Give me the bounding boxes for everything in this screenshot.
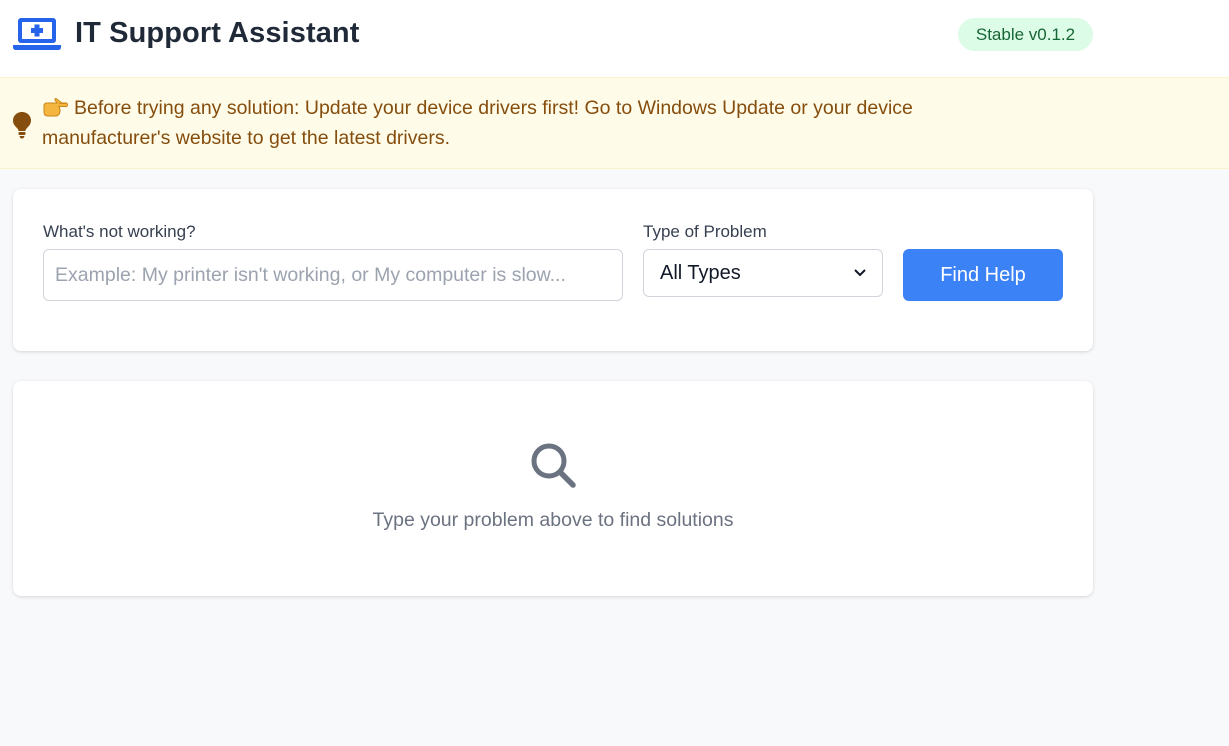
problem-label: What's not working? — [43, 222, 196, 241]
version-badge: Stable v0.1.2 — [958, 18, 1093, 51]
chevron-down-icon — [854, 269, 866, 277]
problem-type-selected: All Types — [660, 261, 741, 284]
find-help-button[interactable]: Find Help — [903, 249, 1063, 301]
empty-results-message: Type your problem above to find solution… — [372, 509, 734, 531]
problem-type-select[interactable]: All Types — [643, 249, 883, 297]
pointing-hand-icon — [43, 97, 68, 117]
search-icon — [531, 443, 576, 488]
driver-notice-text: Before trying any solution: Update your … — [42, 93, 1042, 153]
app-title: IT Support Assistant — [75, 17, 360, 49]
laptop-medical-icon — [13, 18, 61, 50]
app-header: IT Support Assistant Stable v0.1.2 — [0, 0, 1229, 77]
problem-type-label: Type of Problem — [643, 222, 767, 241]
lightbulb-icon — [13, 112, 31, 139]
problem-input[interactable] — [43, 249, 623, 301]
driver-notice-message: Before trying any solution: Update your … — [42, 97, 913, 149]
